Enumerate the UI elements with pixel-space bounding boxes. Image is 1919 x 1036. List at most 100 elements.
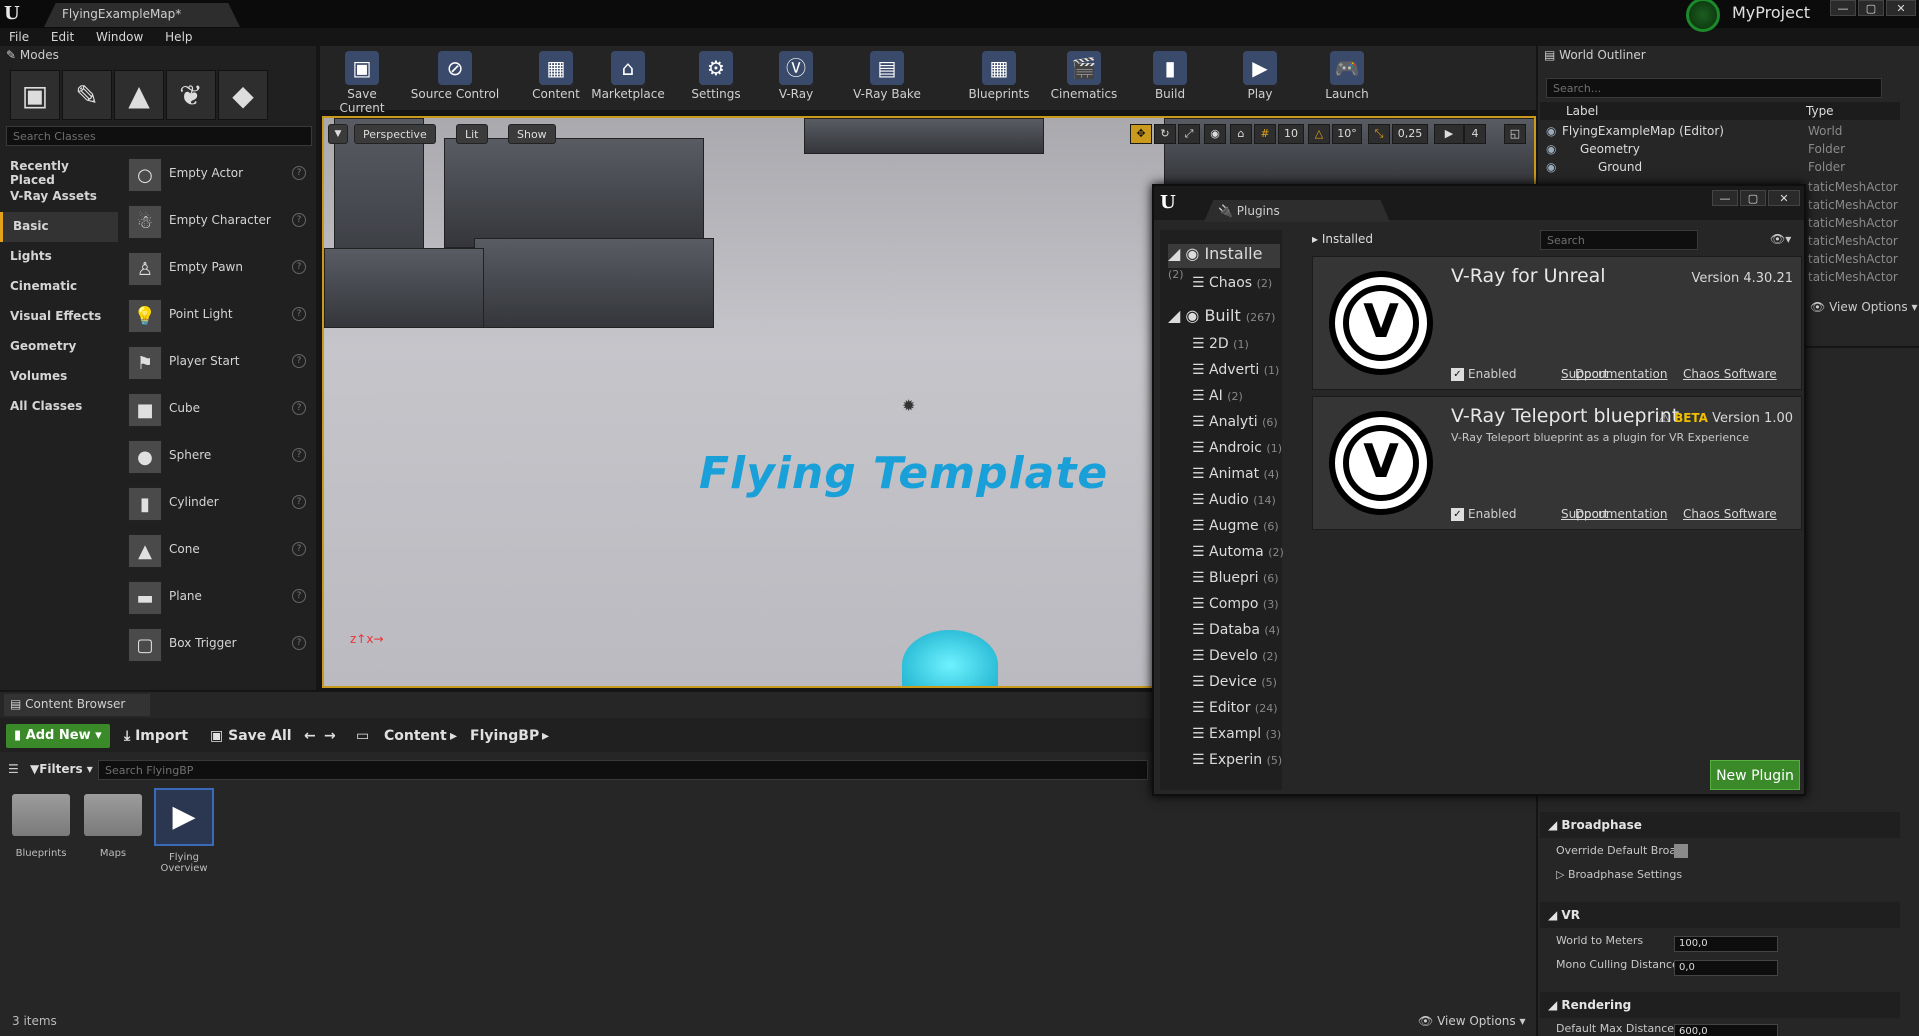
plugin-category[interactable]: ☰ Analyti (6) xyxy=(1192,414,1304,438)
toolbar-blueprints-button[interactable]: ▦ Blueprints xyxy=(964,46,1034,110)
help-icon[interactable]: ? xyxy=(292,448,306,462)
plugins-close-button[interactable]: ✕ xyxy=(1768,190,1800,206)
class-item-player-start[interactable]: ⚑ Player Start? xyxy=(122,340,306,386)
camera-speed-icon[interactable]: ▶ xyxy=(1434,124,1464,144)
help-icon[interactable]: ? xyxy=(292,307,306,321)
enabled-checkbox[interactable]: ✓ xyxy=(1451,508,1464,521)
vendor-link[interactable]: Chaos Software xyxy=(1683,367,1777,381)
help-icon[interactable]: ? xyxy=(292,589,306,603)
outliner-row[interactable]: ◉ Geometry Folder xyxy=(1546,142,1906,160)
toolbar-v-ray-bake-button[interactable]: ▤ V-Ray Bake xyxy=(846,46,928,110)
category-lights[interactable]: Lights xyxy=(0,242,118,272)
outliner-search-input[interactable]: Search... xyxy=(1546,78,1882,98)
class-item-point-light[interactable]: 💡 Point Light? xyxy=(122,293,306,339)
documentation-link[interactable]: Documentation xyxy=(1575,367,1668,381)
forward-button[interactable]: → xyxy=(324,728,336,744)
broadphase-settings-row[interactable]: ▷ Broadphase Settings xyxy=(1556,868,1896,890)
show-button[interactable]: Show xyxy=(508,124,556,144)
plugin-category[interactable]: ☰ AI (2) xyxy=(1192,388,1304,412)
enabled-checkbox[interactable]: ✓ xyxy=(1451,368,1464,381)
sources-toggle-icon[interactable]: ☰ xyxy=(8,762,19,776)
visibility-eye-icon[interactable]: ◉ xyxy=(1546,124,1556,138)
plugins-minimize-button[interactable]: — xyxy=(1712,190,1738,206)
class-item-plane[interactable]: ▬ Plane? xyxy=(122,575,306,621)
foliage-mode-button[interactable]: ❦ xyxy=(166,70,216,120)
back-button[interactable]: ← xyxy=(304,728,316,744)
enabled-toggle[interactable]: ✓ Enabled xyxy=(1451,507,1517,521)
scale-snap-icon[interactable]: ⤡ xyxy=(1368,124,1390,144)
category-visual-effects[interactable]: Visual Effects xyxy=(0,302,118,332)
plugin-category[interactable]: ☰ Experin (5) xyxy=(1192,752,1304,776)
help-icon[interactable]: ? xyxy=(292,495,306,509)
override-checkbox[interactable] xyxy=(1674,844,1688,858)
rotation-snap-value[interactable]: 10° xyxy=(1332,124,1362,144)
content-search-input[interactable]: Search FlyingBP xyxy=(98,760,1148,780)
modes-tab[interactable]: ✎ Modes xyxy=(6,48,136,68)
toolbar-save-current-button[interactable]: ▣ Save Current xyxy=(324,46,400,115)
translate-tool-icon[interactable]: ✥ xyxy=(1130,124,1152,144)
add-new-button[interactable]: ▮ Add New ▾ xyxy=(6,724,110,748)
toolbar-content-button[interactable]: ▦ Content xyxy=(530,46,582,110)
help-icon[interactable]: ? xyxy=(292,636,306,650)
save-all-button[interactable]: ▣ Save All xyxy=(210,728,292,744)
class-item-cone[interactable]: ▲ Cone? xyxy=(122,528,306,574)
plugin-category[interactable]: ☰ Databa (4) xyxy=(1192,622,1304,646)
plugin-category[interactable]: ☰ Editor (24) xyxy=(1192,700,1304,724)
plugin-category[interactable]: ☰ Device (5) xyxy=(1192,674,1304,698)
light-source-icon[interactable]: ✹ xyxy=(902,396,915,415)
outliner-view-options[interactable]: 👁 View Options ▾ xyxy=(1810,300,1918,314)
plugins-maximize-button[interactable]: ▢ xyxy=(1740,190,1766,206)
section-broadphase[interactable]: ◢ Broadphase xyxy=(1540,812,1900,838)
cube-mesh[interactable] xyxy=(444,138,704,248)
visibility-eye-icon[interactable]: ◉ xyxy=(1546,160,1556,174)
category-all-classes[interactable]: All Classes xyxy=(0,392,118,422)
plugin-category[interactable]: ☰ Adverti (1) xyxy=(1192,362,1304,386)
toolbar-play-button[interactable]: ▶ Play xyxy=(1238,46,1282,110)
minimize-button[interactable]: — xyxy=(1830,0,1856,16)
plugin-category[interactable]: ☰ Animat (4) xyxy=(1192,466,1304,490)
document-tab[interactable]: FlyingExampleMap* xyxy=(44,3,240,27)
maximize-viewport-icon[interactable]: ◱ xyxy=(1504,124,1526,144)
grid-snap-icon[interactable]: # xyxy=(1254,124,1276,144)
view-options-button[interactable]: 👁 View Options ▾ xyxy=(1418,1014,1526,1028)
toolbar-v-ray-button[interactable]: Ⓥ V-Ray xyxy=(768,46,824,110)
category-basic[interactable]: Basic xyxy=(0,212,118,242)
toolbar-source-control-button[interactable]: ⊘ Source Control xyxy=(408,46,502,110)
plugin-view-options-icon[interactable]: 👁▾ xyxy=(1770,232,1791,246)
documentation-link[interactable]: Documentation xyxy=(1575,507,1668,521)
outliner-row[interactable]: ◉ FlyingExampleMap (Editor) World xyxy=(1546,124,1906,142)
menu-file[interactable]: File xyxy=(0,28,38,46)
mono-culling-input[interactable]: 0,0 xyxy=(1674,960,1778,976)
help-icon[interactable]: ? xyxy=(292,354,306,368)
lit-button[interactable]: Lit xyxy=(456,124,488,144)
geometry-mode-button[interactable]: ◆ xyxy=(218,70,268,120)
new-plugin-button[interactable]: New Plugin xyxy=(1710,760,1800,790)
toolbar-marketplace-button[interactable]: ⌂ Marketplace xyxy=(588,46,668,110)
plugin-search-input[interactable]: Search xyxy=(1540,230,1698,250)
plugin-category[interactable]: ◢ ◉ Built (267) xyxy=(1168,306,1280,330)
installed-breadcrumb[interactable]: ▸ Installed xyxy=(1312,232,1373,246)
menu-edit[interactable]: Edit xyxy=(42,28,83,46)
filters-button[interactable]: ▼Filters ▾ xyxy=(30,762,93,776)
vendor-link[interactable]: Chaos Software xyxy=(1683,507,1777,521)
asset-flying-overview[interactable]: ▶ Flying Overview xyxy=(152,788,216,874)
content-browser-tab[interactable]: ▤ Content Browser xyxy=(4,694,150,716)
cube-mesh[interactable] xyxy=(804,118,1044,154)
search-classes-input[interactable]: Search Classes xyxy=(6,126,312,146)
toolbar-cinematics-button[interactable]: 🎬 Cinematics xyxy=(1046,46,1122,110)
paint-mode-button[interactable]: ✎ xyxy=(62,70,112,120)
cube-mesh[interactable] xyxy=(474,238,714,328)
cube-mesh[interactable] xyxy=(324,248,484,328)
class-item-empty-pawn[interactable]: ♙ Empty Pawn? xyxy=(122,246,306,292)
column-type[interactable]: Type xyxy=(1806,104,1834,118)
help-icon[interactable]: ? xyxy=(292,542,306,556)
class-item-cylinder[interactable]: ▮ Cylinder? xyxy=(122,481,306,527)
surface-snap-icon[interactable]: ⌂ xyxy=(1230,124,1252,144)
enabled-toggle[interactable]: ✓ Enabled xyxy=(1451,367,1517,381)
help-icon[interactable]: ? xyxy=(292,166,306,180)
grid-snap-value[interactable]: 10 xyxy=(1278,124,1304,144)
plugin-card[interactable]: V V-Ray Teleport blueprint ⚠ BETA Version … xyxy=(1312,396,1802,530)
class-item-empty-character[interactable]: ☃ Empty Character? xyxy=(122,199,306,245)
plugin-category[interactable]: ☰ Develo (2) xyxy=(1192,648,1304,672)
asset-folder-maps[interactable]: Maps xyxy=(82,788,144,859)
